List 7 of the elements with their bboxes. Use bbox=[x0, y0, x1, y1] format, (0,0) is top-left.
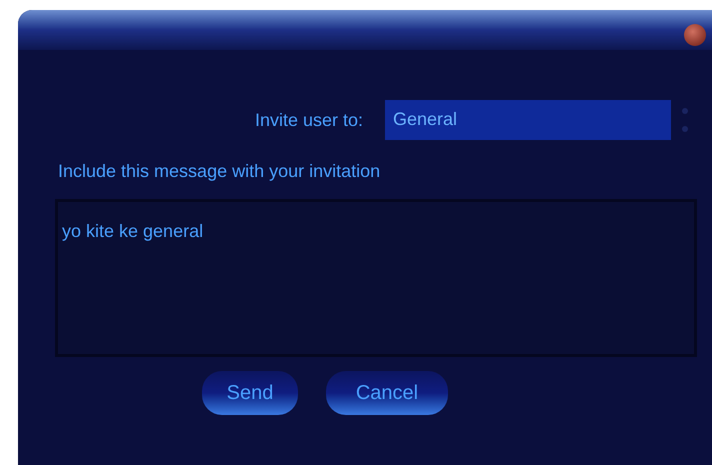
channel-dropdown[interactable]: General bbox=[385, 100, 671, 140]
cancel-button[interactable]: Cancel bbox=[326, 371, 448, 415]
invite-label: Invite user to: bbox=[254, 108, 363, 132]
message-textarea[interactable]: yo kite ke general bbox=[55, 199, 697, 357]
send-button[interactable]: Send bbox=[202, 371, 298, 415]
message-label: Include this message with your invitation bbox=[58, 160, 382, 183]
close-button[interactable] bbox=[684, 24, 706, 46]
